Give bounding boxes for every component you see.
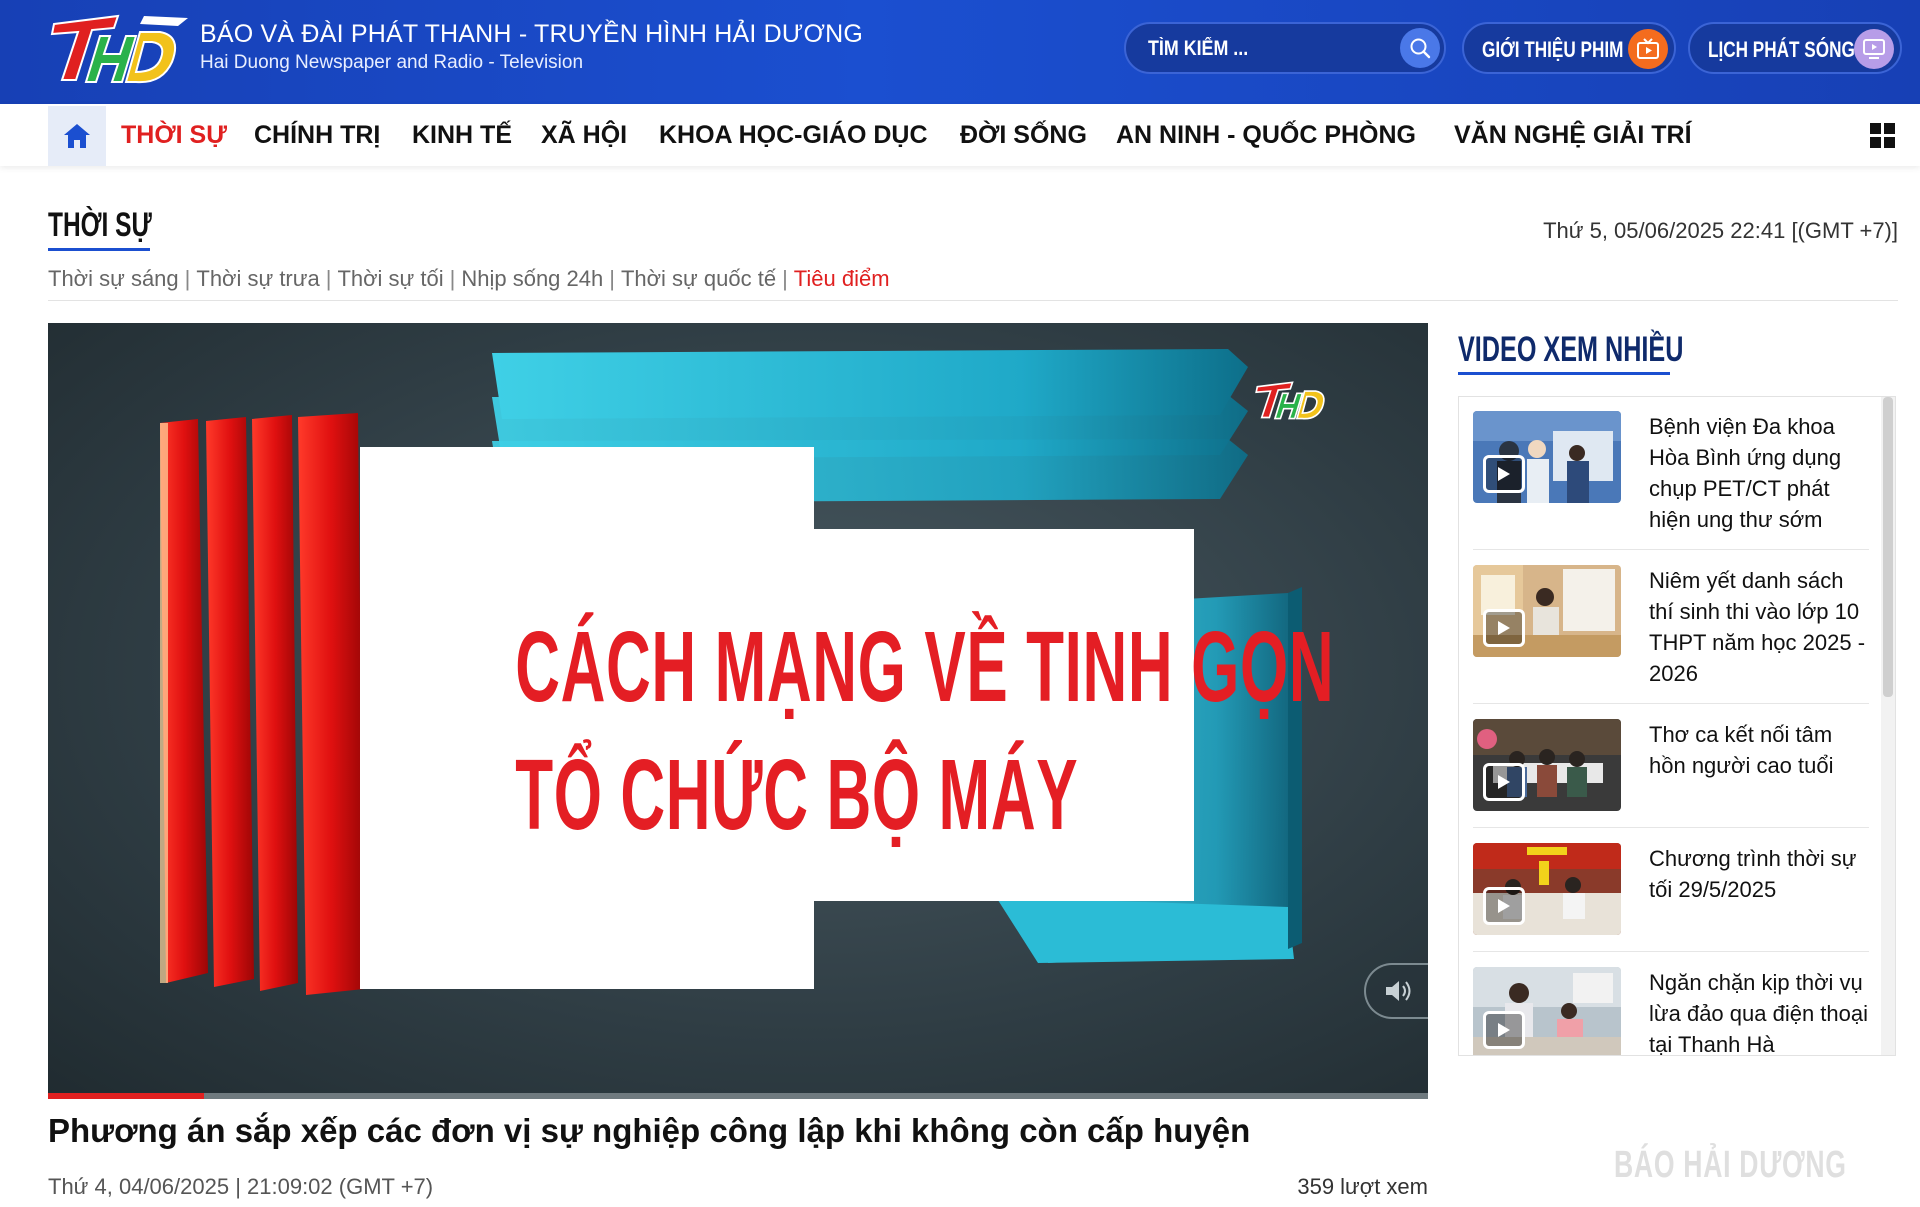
play-icon bbox=[1483, 763, 1525, 801]
sidebar-scrollbar[interactable] bbox=[1881, 397, 1895, 1055]
subnav-separator: | bbox=[184, 266, 191, 291]
subnav-thoi-su-quoc-te[interactable]: Thời sự quốc tế bbox=[621, 266, 776, 291]
tv-play-icon bbox=[1628, 29, 1668, 69]
current-datetime: Thứ 5, 05/06/2025 22:41 [(GMT +7)] bbox=[1543, 218, 1898, 243]
home-button[interactable] bbox=[48, 106, 106, 166]
section-title[interactable]: THỜI SỰ bbox=[48, 206, 152, 245]
section-divider bbox=[48, 300, 1898, 301]
subnav-thoi-su-toi[interactable]: Thời sự tối bbox=[337, 266, 443, 291]
brand-title: BÁO VÀ ĐÀI PHÁT THANH - TRUYỀN HÌNH HẢI … bbox=[200, 20, 863, 48]
article-view-count: 359 lượt xem bbox=[1297, 1174, 1428, 1199]
subnav-thoi-su-sang[interactable]: Thời sự sáng bbox=[48, 266, 179, 291]
nav-item-van-nghe-giai-tri[interactable]: VĂN NGHỆ GIẢI TRÍ bbox=[1454, 121, 1692, 150]
nav-item-kinh-te[interactable]: KINH TẾ bbox=[412, 121, 512, 150]
video-progress-bar[interactable] bbox=[48, 1093, 1428, 1099]
broadcast-schedule-label: LỊCH PHÁT SÓNG bbox=[1708, 37, 1855, 62]
subnav-separator: | bbox=[449, 266, 456, 291]
article-datetime: Thứ 4, 04/06/2025 | 21:09:02 (GMT +7) bbox=[48, 1174, 434, 1199]
speaker-icon bbox=[1386, 981, 1411, 1001]
top-banner: BÁO VÀ ĐÀI PHÁT THANH - TRUYỀN HÌNH HẢI … bbox=[0, 0, 1920, 104]
video-item-title[interactable]: Bệnh viện Đa khoa Hòa Bình ứng dụng chụp… bbox=[1649, 411, 1871, 535]
list-item[interactable]: Ngăn chặn kịp thời vụ lừa đảo qua điện t… bbox=[1473, 967, 1871, 1055]
subnav-nhip-song-24h[interactable]: Nhịp sống 24h bbox=[461, 266, 603, 291]
video-player[interactable]: CÁCH MẠNG VỀ TINH GỌN TỔ CHỨC BỘ MÁY bbox=[48, 323, 1428, 1099]
nav-item-xa-hoi[interactable]: XÃ HỘI bbox=[541, 121, 627, 150]
subnav-separator: | bbox=[325, 266, 332, 291]
play-icon bbox=[1483, 455, 1525, 493]
monitor-play-icon bbox=[1854, 29, 1894, 69]
list-divider bbox=[1473, 827, 1869, 828]
search-icon bbox=[1410, 38, 1431, 59]
popular-video-list: Bệnh viện Đa khoa Hòa Bình ứng dụng chụp… bbox=[1458, 396, 1896, 1056]
list-item[interactable]: Bệnh viện Đa khoa Hòa Bình ứng dụng chụp… bbox=[1473, 411, 1869, 537]
video-item-title[interactable]: Niêm yết danh sách thí sinh thi vào lớp … bbox=[1649, 565, 1871, 689]
video-item-title[interactable]: Thơ ca kết nối tâm hồn người cao tuổi bbox=[1649, 719, 1871, 781]
list-divider bbox=[1473, 703, 1869, 704]
video-progress-fill bbox=[48, 1093, 204, 1099]
grid-menu-icon[interactable] bbox=[1870, 123, 1896, 149]
home-icon bbox=[64, 124, 90, 148]
sidebar-title-underline bbox=[1458, 372, 1670, 375]
nav-item-chinh-tri[interactable]: CHÍNH TRỊ bbox=[254, 121, 380, 150]
list-item[interactable]: Niêm yết danh sách thí sinh thi vào lớp … bbox=[1473, 565, 1869, 691]
section-title-underline bbox=[48, 248, 150, 251]
subnav-separator: | bbox=[609, 266, 615, 291]
video-card-line-1: CÁCH MẠNG VỀ TINH GỌN bbox=[515, 611, 1335, 723]
list-divider bbox=[1473, 951, 1869, 952]
nav-item-an-ninh-quoc-phong[interactable]: AN NINH - QUỐC PHÒNG bbox=[1116, 121, 1416, 150]
film-intro-label: GIỚI THIỆU PHIM bbox=[1482, 37, 1624, 62]
thd-logo[interactable] bbox=[48, 10, 190, 90]
video-card-line-2: TỔ CHỨC BỘ MÁY bbox=[515, 739, 1079, 851]
list-item[interactable]: Thơ ca kết nối tâm hồn người cao tuổi bbox=[1473, 719, 1869, 819]
search-input[interactable] bbox=[1148, 34, 1344, 64]
sidebar-title: VIDEO XEM NHIỀU bbox=[1458, 330, 1684, 369]
play-icon bbox=[1483, 887, 1525, 925]
site-watermark: BÁO HẢI DƯƠNG bbox=[1614, 1144, 1847, 1186]
list-item[interactable]: Chương trình thời sự tối 29/5/2025 bbox=[1473, 843, 1869, 943]
play-icon bbox=[1483, 609, 1525, 647]
nav-item-thoi-su[interactable]: THỜI SỰ bbox=[121, 121, 227, 150]
brand-subtitle: Hai Duong Newspaper and Radio - Televisi… bbox=[200, 52, 584, 73]
main-nav: THỜI SỰ CHÍNH TRỊ KINH TẾ XÃ HỘI KHOA HỌ… bbox=[0, 104, 1920, 166]
search-button[interactable] bbox=[1400, 28, 1440, 68]
nav-item-khoa-hoc-giao-duc[interactable]: KHOA HỌC-GIÁO DỤC bbox=[659, 121, 928, 150]
video-item-title[interactable]: Chương trình thời sự tối 29/5/2025 bbox=[1649, 843, 1871, 905]
sidebar-scrollbar-thumb[interactable] bbox=[1883, 397, 1893, 697]
broadcast-schedule-button[interactable]: LỊCH PHÁT SÓNG bbox=[1688, 22, 1902, 74]
subnav-tieu-diem[interactable]: Tiêu điểm bbox=[794, 266, 890, 291]
video-title-card: CÁCH MẠNG VỀ TINH GỌN TỔ CHỨC BỘ MÁY bbox=[348, 603, 1335, 859]
nav-item-doi-song[interactable]: ĐỜI SỐNG bbox=[960, 121, 1087, 150]
list-divider bbox=[1473, 549, 1869, 550]
search-box bbox=[1124, 22, 1446, 74]
subnav-thoi-su-trua[interactable]: Thời sự trưa bbox=[196, 266, 319, 291]
film-intro-button[interactable]: GIỚI THIỆU PHIM bbox=[1462, 22, 1676, 74]
play-icon bbox=[1483, 1011, 1525, 1049]
sub-navigation: Thời sự sáng | Thời sự trưa | Thời sự tối | Nh… bbox=[48, 266, 890, 292]
video-item-title[interactable]: Ngăn chặn kịp thời vụ lừa đảo qua điện t… bbox=[1649, 967, 1871, 1055]
subnav-separator: | bbox=[782, 266, 788, 291]
article-title[interactable]: Phương án sắp xếp các đơn vị sự nghiệp c… bbox=[48, 1112, 1428, 1150]
volume-button[interactable] bbox=[1364, 963, 1428, 1019]
